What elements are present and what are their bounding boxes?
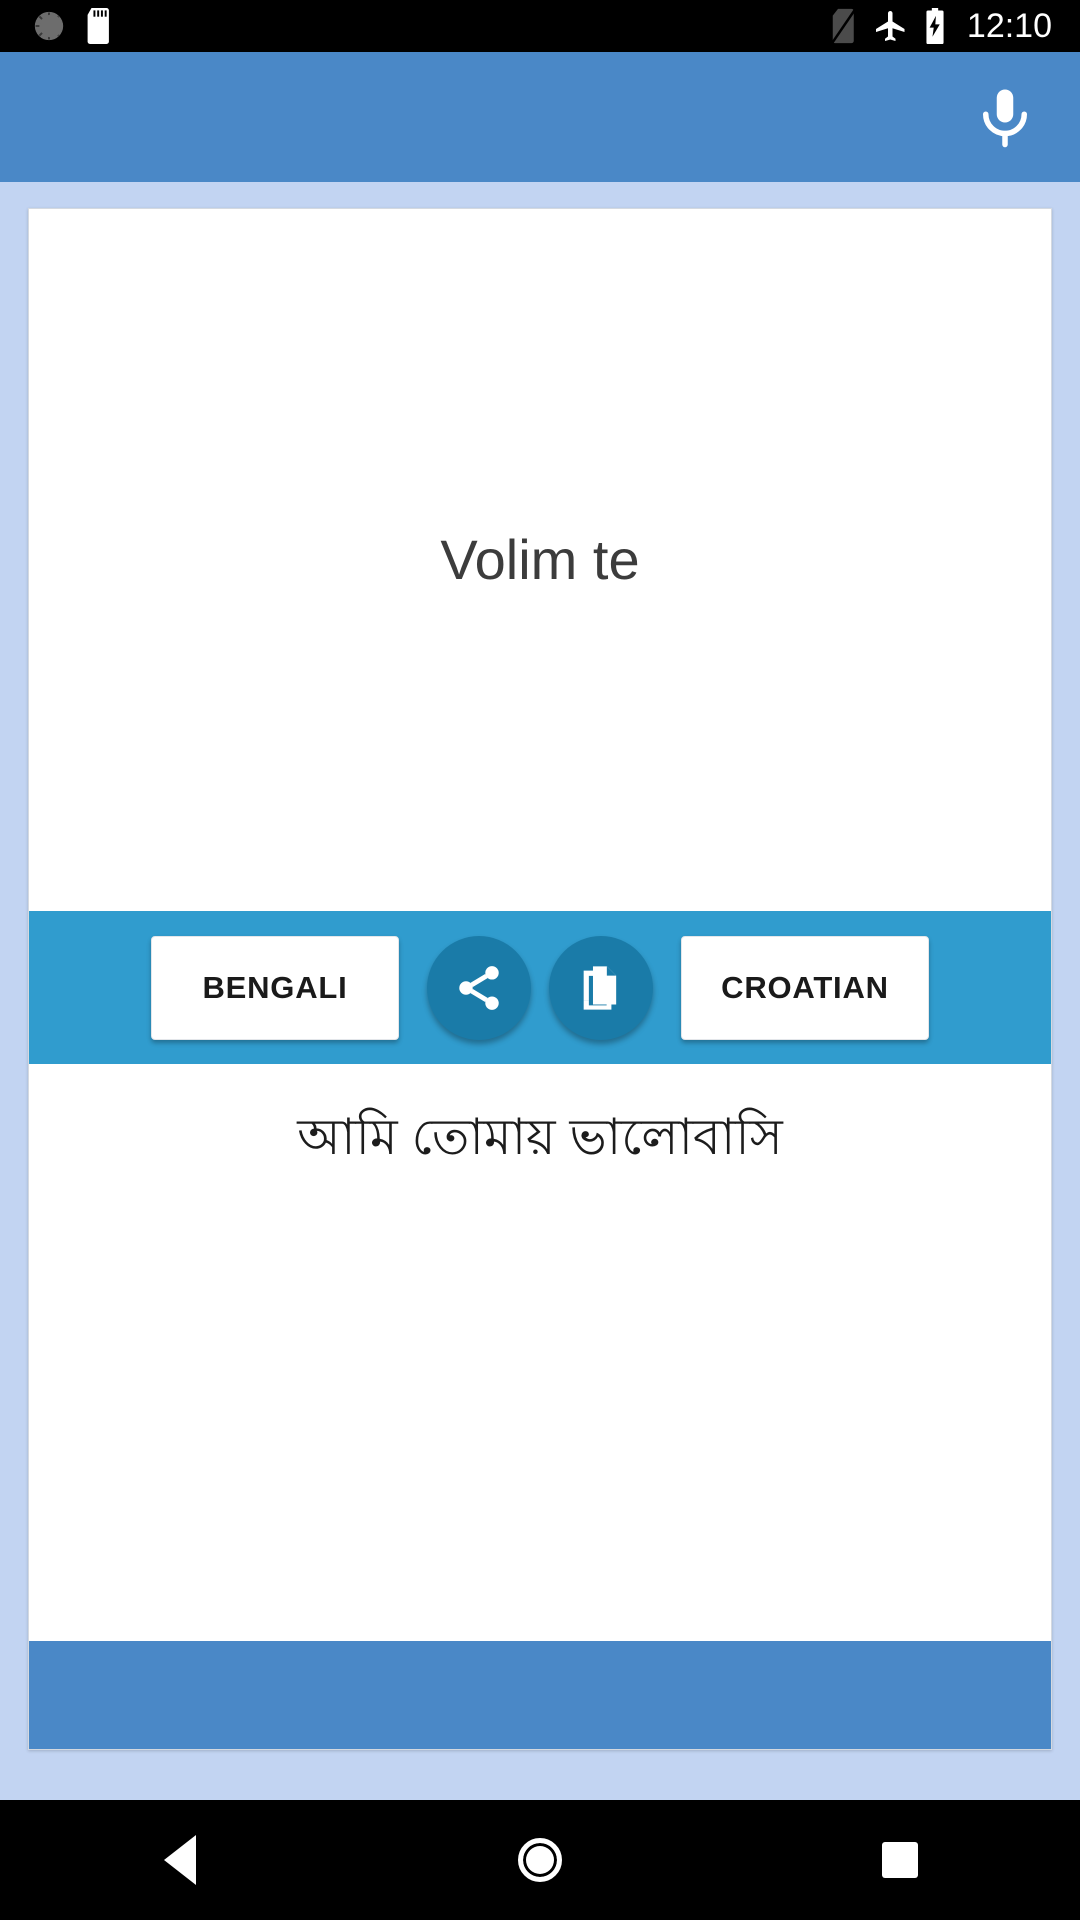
target-text-pane[interactable]: আমি তোমায় ভালোবাসি: [29, 1064, 1051, 1641]
translation-action-bar: BENGALI CROATIAN: [29, 911, 1051, 1064]
status-bar-right-icons: 12:10: [829, 7, 1080, 45]
share-button[interactable]: [427, 935, 531, 1040]
translated-text: আমি তোমায় ভালোবাসি: [297, 1109, 783, 1165]
ad-banner[interactable]: [29, 1641, 1051, 1749]
status-bar-clock: 12:10: [966, 7, 1052, 45]
nav-home-button[interactable]: [360, 1800, 720, 1920]
home-icon: [518, 1838, 562, 1882]
battery-charging-icon: [926, 7, 944, 45]
voice-input-button[interactable]: [950, 62, 1060, 172]
copy-button[interactable]: [549, 935, 653, 1040]
android-navigation-bar: [0, 1800, 1080, 1920]
copy-icon: [583, 965, 617, 1010]
back-icon: [164, 1835, 196, 1885]
source-text-pane[interactable]: Volim te: [29, 209, 1051, 911]
source-text: Volim te: [440, 528, 640, 591]
app-bar: [0, 52, 1080, 182]
airplane-mode-icon: [875, 11, 905, 41]
source-language-button[interactable]: CROATIAN: [681, 935, 929, 1040]
status-bar-left-icons: [0, 8, 114, 44]
nav-back-button[interactable]: [0, 1800, 360, 1920]
alarm-dim-icon: [34, 11, 64, 41]
sd-card-icon: [87, 8, 109, 44]
microphone-icon: [983, 89, 1027, 148]
share-icon: [459, 965, 499, 1010]
phone-screen: 12:10 Volim te BENGALI CROATIAN আমি তোমা…: [0, 0, 1080, 1920]
no-sim-icon: [831, 8, 857, 44]
translation-card: Volim te BENGALI CROATIAN আমি তোমায় ভাল…: [28, 208, 1052, 1750]
nav-recents-button[interactable]: [720, 1800, 1080, 1920]
recents-icon: [882, 1842, 918, 1878]
status-bar: 12:10: [0, 0, 1080, 52]
target-language-button[interactable]: BENGALI: [151, 935, 399, 1040]
